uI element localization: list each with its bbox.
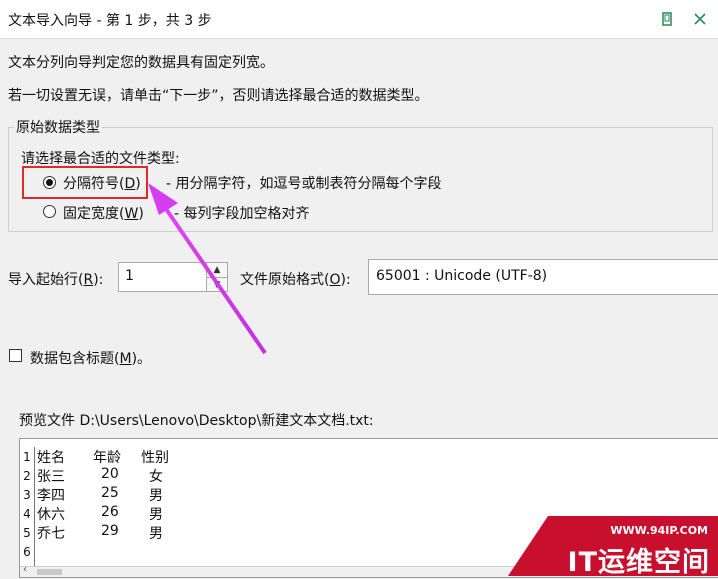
file-origin-value: 65001 : Unicode (UTF-8) — [376, 268, 548, 284]
cell: 乔七 — [37, 526, 65, 542]
option-delimited[interactable]: 分隔符号(D) — [63, 173, 141, 193]
option-fixed-width-hotkey: W — [124, 206, 139, 222]
start-row-stepper[interactable]: ▲ ▼ — [206, 262, 228, 292]
cell: 25 — [101, 485, 119, 501]
option-fixed-width-desc: - 每列字段加空格对齐 — [174, 206, 310, 222]
cell: 女 — [149, 469, 163, 485]
option-delimited-label: 分隔符号 — [63, 176, 119, 192]
headers-label[interactable]: 数据包含标题(M)。 — [30, 348, 151, 368]
scrollbar-thumb[interactable] — [37, 569, 62, 575]
start-row-hotkey: R — [83, 272, 94, 288]
title-bar: 文本导入向导 - 第 1 步，共 3 步 — [0, 0, 718, 39]
watermark-url: WWW.94IP.COM — [610, 524, 708, 537]
scroll-left-icon[interactable]: ‹ — [23, 564, 27, 575]
cell: 26 — [101, 504, 119, 520]
table-row: 3 李四 25 男 — [20, 485, 718, 504]
restore-icon — [662, 12, 672, 26]
headers-suffix: 。 — [137, 351, 152, 367]
intro-line-1: 文本分列向导判定您的数据具有固定列宽。 — [8, 55, 274, 71]
close-icon — [694, 13, 706, 25]
group-label: 原始数据类型 — [14, 117, 102, 137]
cell: 张三 — [37, 469, 65, 485]
row-number: 1 — [20, 450, 35, 464]
start-row-value: 1 — [125, 268, 134, 284]
start-row-label-text: 导入起始行 — [8, 272, 78, 288]
preview-label: 预览文件 D:\Users\Lenovo\Desktop\新建文本文档.txt: — [19, 413, 374, 429]
cell: 男 — [149, 488, 163, 504]
option-delimited-desc: - 用分隔字符，如逗号或制表符分隔每个字段 — [166, 176, 442, 192]
cell: 男 — [149, 526, 163, 542]
window-title: 文本导入向导 - 第 1 步，共 3 步 — [8, 13, 212, 29]
cell: 年龄 — [93, 450, 121, 466]
start-row-label: 导入起始行(R): — [8, 272, 104, 288]
option-fixed-width[interactable]: 固定宽度(W) — [63, 203, 144, 223]
cell: 李四 — [37, 488, 65, 504]
headers-hotkey: M — [119, 351, 132, 367]
file-origin-hotkey: O — [329, 272, 341, 288]
file-origin-select[interactable]: 65001 : Unicode (UTF-8) — [368, 259, 718, 295]
cell: 男 — [149, 507, 163, 523]
radio-delimited[interactable] — [43, 176, 56, 189]
restore-button[interactable] — [656, 8, 678, 30]
file-type-prompt: 请选择最合适的文件类型: — [21, 151, 180, 167]
cell: 姓名 — [37, 450, 65, 466]
cell: 20 — [101, 466, 119, 482]
row-number: 2 — [20, 469, 35, 483]
cell: 29 — [101, 523, 119, 539]
row-number: 5 — [20, 526, 35, 540]
close-button[interactable] — [689, 8, 711, 30]
table-row: 1 姓名 年龄 性别 — [20, 447, 718, 466]
row-number: 3 — [20, 488, 35, 502]
headers-checkbox[interactable] — [9, 349, 22, 362]
stepper-down-icon[interactable]: ▼ — [207, 278, 227, 292]
cell: 休六 — [37, 507, 65, 523]
start-row-input[interactable]: 1 — [118, 262, 208, 292]
option-fixed-width-label: 固定宽度 — [63, 206, 119, 222]
file-origin-label: 文件原始格式(O): — [240, 272, 351, 288]
row-number: 4 — [20, 507, 35, 521]
intro-line-2: 若一切设置无误，请单击“下一步”，否则请选择最合适的数据类型。 — [8, 88, 429, 104]
cell: 性别 — [141, 450, 169, 466]
radio-fixed-width[interactable] — [43, 205, 56, 218]
option-delimited-hotkey: D — [124, 176, 136, 192]
watermark-logo: IT运维空间 — [567, 547, 710, 578]
stepper-up-icon[interactable]: ▲ — [207, 263, 227, 278]
table-row: 2 张三 20 女 — [20, 466, 718, 485]
row-number: 6 — [20, 545, 35, 559]
headers-label-text: 数据包含标题 — [30, 351, 114, 367]
file-origin-label-text: 文件原始格式 — [240, 272, 324, 288]
